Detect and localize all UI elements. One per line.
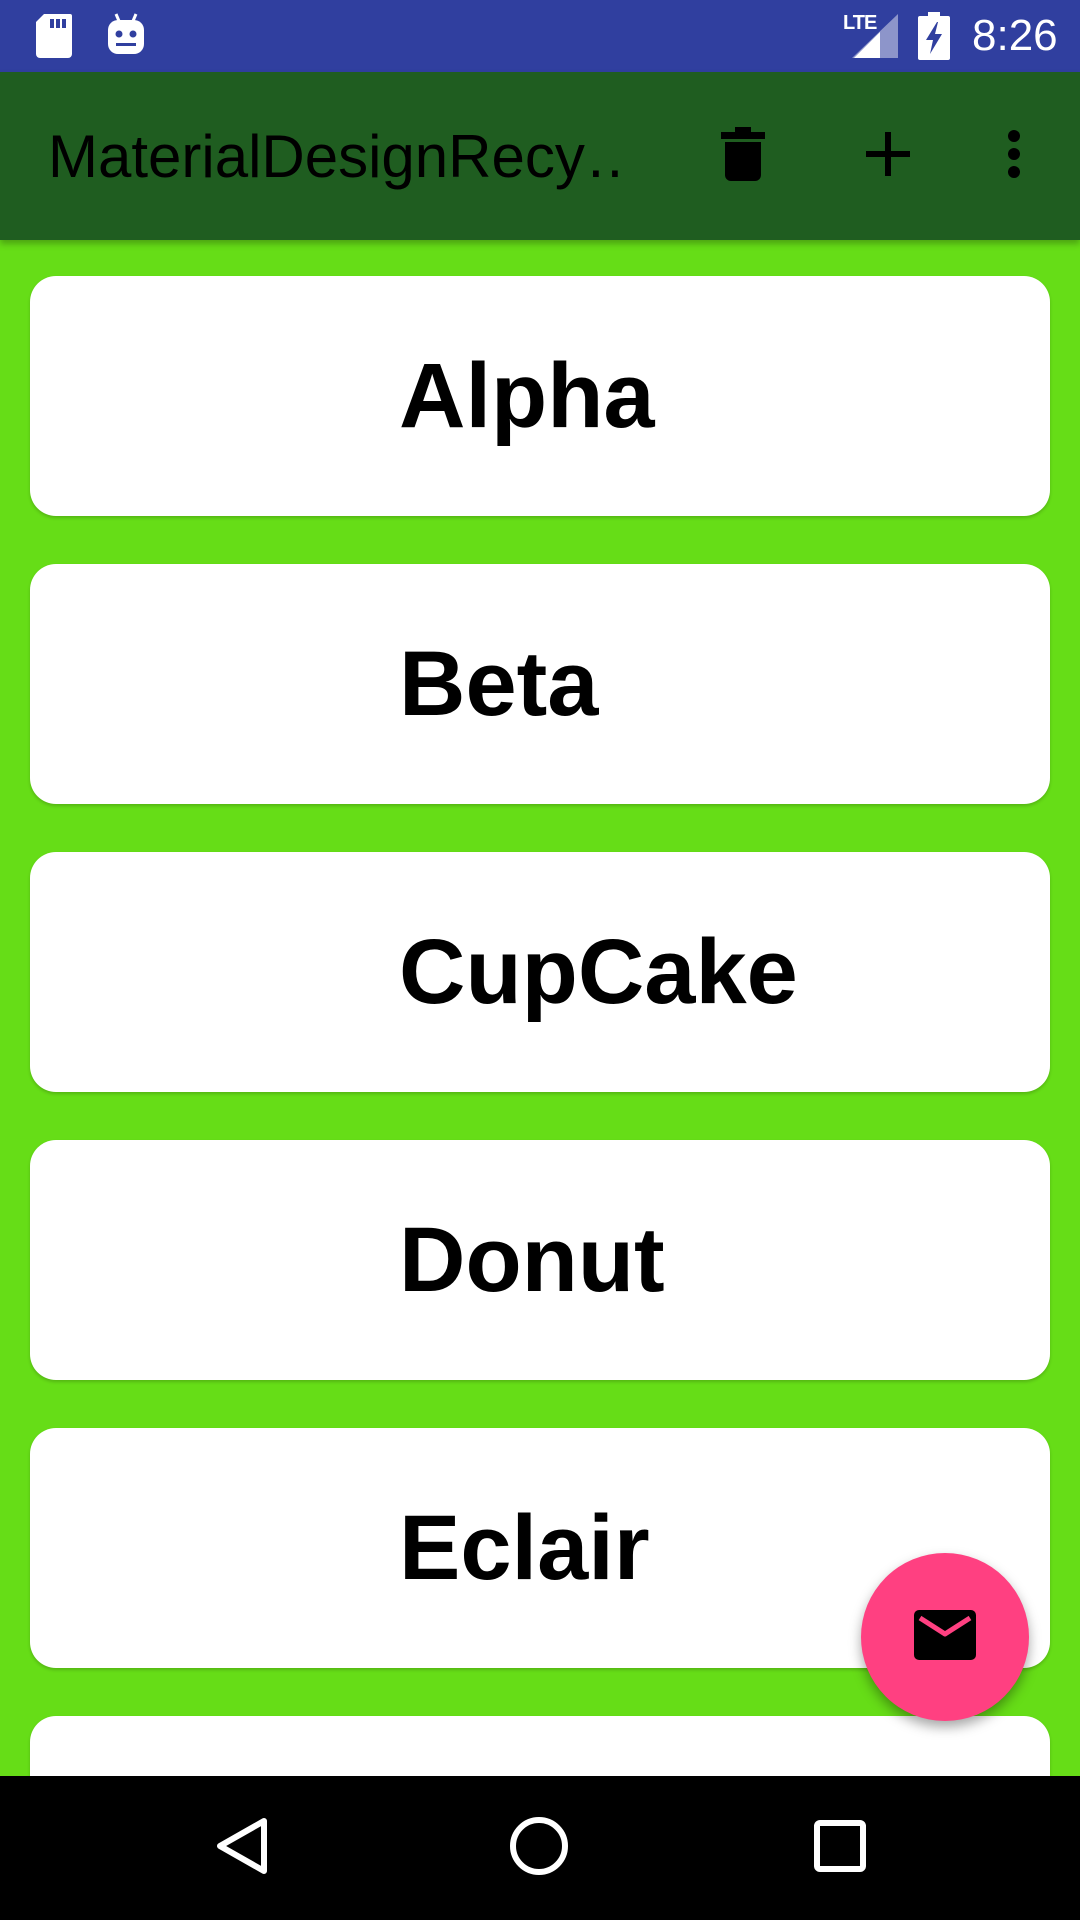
add-button[interactable] [852, 120, 924, 192]
list-item[interactable] [30, 1716, 1050, 1776]
delete-button[interactable] [707, 120, 779, 192]
mail-icon [914, 1609, 976, 1665]
list-item-label: Donut [399, 1209, 665, 1311]
sd-card-icon [36, 14, 72, 63]
home-icon [509, 1816, 569, 1881]
back-button[interactable] [206, 1812, 278, 1884]
signal-icon [852, 14, 898, 63]
app-title: MaterialDesignRecy… [48, 124, 628, 190]
list-item-label: CupCake [399, 921, 798, 1023]
list-item[interactable]: Alpha [30, 276, 1050, 516]
app-bar: MaterialDesignRecy… [0, 72, 1080, 240]
list-item-label: Alpha [399, 345, 655, 447]
recents-icon [814, 1819, 866, 1877]
system-nav-bar [0, 1776, 1080, 1920]
mail-fab-button[interactable] [861, 1553, 1029, 1721]
recycler-list[interactable]: Alpha Beta CupCake Donut Eclair [0, 240, 1080, 1776]
status-bar: LTE 8:26 [0, 0, 1080, 72]
home-button[interactable] [503, 1812, 575, 1884]
list-item-label: Eclair [399, 1497, 650, 1599]
list-item-label: Beta [399, 633, 599, 735]
list-item[interactable]: CupCake [30, 852, 1050, 1092]
overflow-menu-button[interactable] [978, 120, 1050, 192]
status-clock: 8:26 [972, 11, 1058, 60]
list-item[interactable]: Donut [30, 1140, 1050, 1380]
recents-button[interactable] [804, 1812, 876, 1884]
screen: LTE 8:26 MaterialDesignRecy… Alpha Beta … [0, 0, 1080, 1920]
battery-charging-icon [918, 12, 950, 65]
list-item[interactable]: Beta [30, 564, 1050, 804]
overflow-menu-icon [1006, 129, 1022, 184]
android-debug-icon [106, 12, 146, 61]
back-icon [214, 1817, 270, 1880]
delete-icon [721, 126, 765, 186]
add-icon [866, 131, 910, 181]
